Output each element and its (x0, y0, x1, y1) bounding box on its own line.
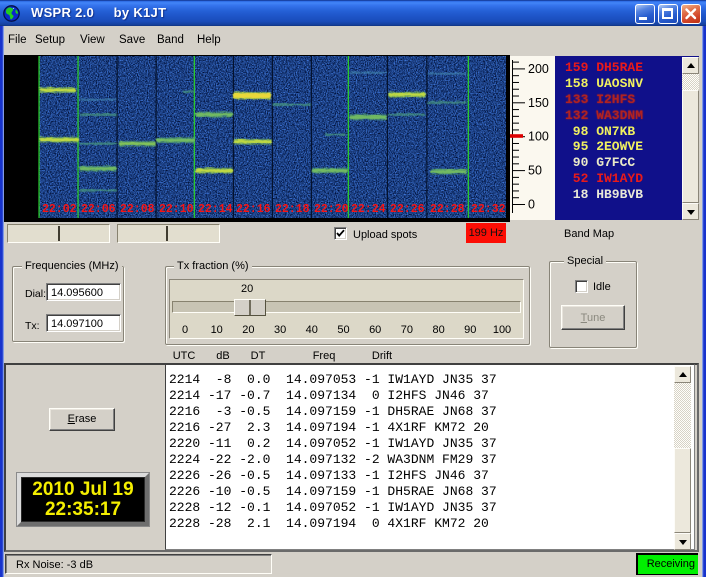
svg-text:100: 100 (528, 130, 549, 144)
svg-text:22:14: 22:14 (198, 203, 233, 216)
svg-text:22:20: 22:20 (314, 203, 349, 216)
svg-text:22:28: 22:28 (430, 203, 465, 216)
svg-text:22:24: 22:24 (351, 203, 386, 216)
svg-text:50: 50 (528, 164, 542, 178)
svg-text:22:06: 22:06 (81, 203, 116, 216)
svg-text:22:26: 22:26 (390, 203, 425, 216)
svg-text:22:02: 22:02 (42, 203, 77, 216)
svg-text:0: 0 (528, 198, 535, 212)
svg-text:22:08: 22:08 (120, 203, 155, 216)
svg-text:22:32: 22:32 (471, 203, 506, 216)
svg-text:22:16: 22:16 (236, 203, 271, 216)
svg-text:22:18: 22:18 (275, 203, 310, 216)
svg-text:200: 200 (528, 62, 549, 76)
svg-text:150: 150 (528, 96, 549, 110)
svg-text:22:10: 22:10 (159, 203, 194, 216)
